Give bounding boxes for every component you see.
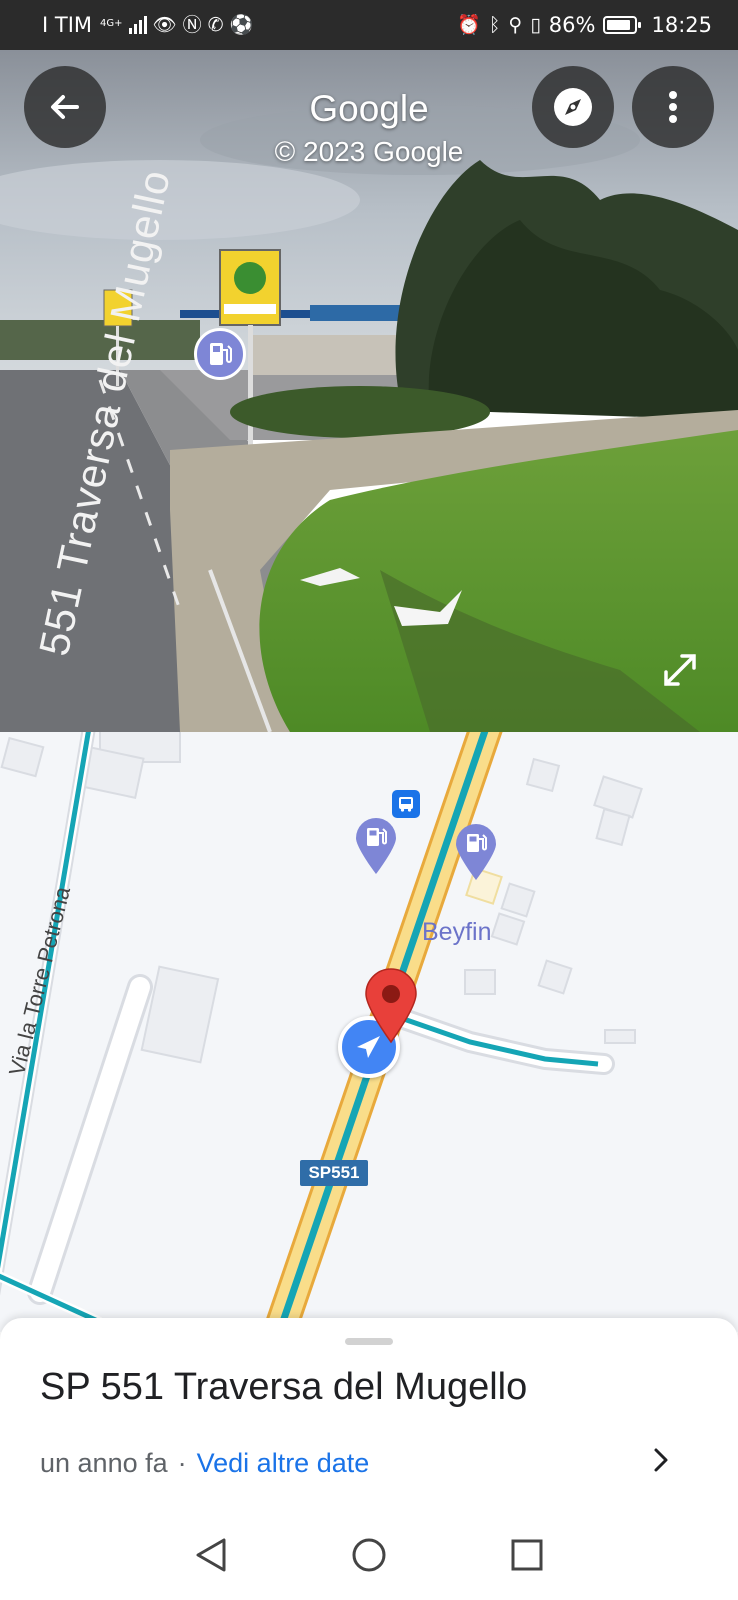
vibrate-icon: ▯	[530, 14, 541, 36]
see-other-dates-link[interactable]: Vedi altre date	[197, 1448, 370, 1478]
fuel-pin-icon	[456, 824, 496, 880]
separator-dot: ·	[177, 1448, 187, 1478]
fuel-station-pin-right[interactable]	[454, 824, 498, 882]
road-shield-sp551: SP551	[300, 1160, 368, 1186]
fuel-station-marker[interactable]	[194, 328, 246, 380]
street-view-panorama[interactable]: 551 Traversa del Mugello Google © 2023 G…	[0, 50, 738, 732]
back-triangle-icon	[196, 1538, 226, 1572]
back-button[interactable]	[24, 66, 106, 148]
fuel-pin-icon	[356, 818, 396, 874]
chevron-right-icon	[654, 1448, 668, 1472]
red-location-pin-icon	[365, 968, 417, 1044]
map-view[interactable]: Via la Torre Petrona Beyfin SP551	[0, 732, 738, 1332]
bus-stop-marker[interactable]	[392, 790, 420, 818]
compass-icon	[554, 88, 592, 126]
soccer-icon: ⚽	[229, 14, 254, 36]
date-row: un anno fa · Vedi altre date	[40, 1448, 369, 1479]
capture-date: un anno fa	[40, 1448, 168, 1478]
clock: 18:25	[651, 13, 712, 37]
recents-square-icon	[511, 1539, 543, 1571]
red-location-pin[interactable]	[364, 968, 418, 1044]
nav-back-button[interactable]	[186, 1530, 236, 1580]
nav-recents-button[interactable]	[502, 1530, 552, 1580]
poi-label-beyfin[interactable]: Beyfin	[422, 918, 491, 947]
compass-button[interactable]	[532, 66, 614, 148]
carrier-label: I TIM	[42, 13, 93, 37]
network-type-label: 4G+	[100, 18, 123, 29]
location-icon: ⚲	[508, 14, 523, 36]
street-view-title: Google	[309, 88, 429, 129]
signal-icon	[128, 16, 147, 34]
nav-home-button[interactable]	[344, 1530, 394, 1580]
home-circle-icon	[352, 1538, 386, 1572]
battery-percent: 86%	[548, 13, 596, 37]
alarm-icon: ⏰	[457, 14, 481, 36]
fuel-station-pin-left[interactable]	[354, 818, 398, 876]
street-view-copyright: © 2023 Google	[274, 136, 464, 167]
back-arrow-icon	[51, 95, 79, 119]
expand-icon	[664, 654, 696, 686]
status-bar: I TIM 4G+ 👁 Ⓝ ✆ ⚽ ⏰ ᛒ ⚲ ▯ 86% 18:25	[0, 0, 738, 50]
expand-button[interactable]	[650, 640, 710, 700]
fuel-pump-icon	[210, 343, 232, 365]
place-title: SP 551 Traversa del Mugello	[40, 1366, 528, 1408]
system-nav-bar	[0, 1512, 738, 1600]
more-options-button[interactable]	[632, 66, 714, 148]
more-vert-icon	[669, 91, 677, 123]
sheet-drag-handle[interactable]	[345, 1338, 393, 1345]
nfc-icon: Ⓝ	[182, 14, 202, 36]
bluetooth-icon: ᛒ	[488, 14, 501, 36]
bus-stop-icon	[399, 797, 413, 812]
whatsapp-icon: ✆	[207, 14, 224, 36]
eye-icon: 👁	[152, 14, 177, 36]
see-more-button[interactable]	[644, 1440, 678, 1480]
battery-icon	[603, 16, 642, 34]
